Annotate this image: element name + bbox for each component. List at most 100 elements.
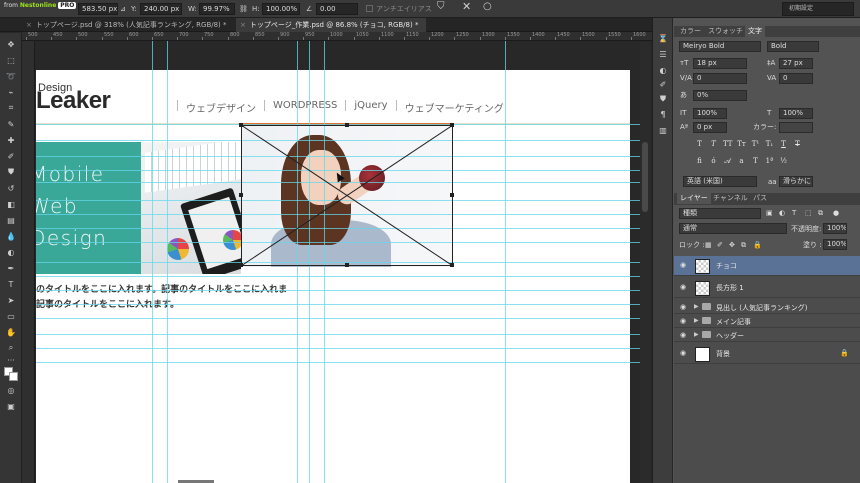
language-select[interactable]: 英語 (米国) xyxy=(683,176,757,187)
underline-icon[interactable]: T xyxy=(779,140,788,149)
visibility-eye-icon[interactable]: ◉ xyxy=(680,317,686,325)
crop-tool-icon[interactable]: ⌗ xyxy=(5,103,17,113)
visibility-eye-icon[interactable]: ◉ xyxy=(680,331,686,339)
eyedropper-tool-icon[interactable]: ✎ xyxy=(5,119,17,129)
visibility-eye-icon[interactable]: ◉ xyxy=(680,349,686,357)
titling-alternates-icon[interactable]: T xyxy=(751,157,760,166)
y-position-field[interactable]: 240.00 px xyxy=(140,3,182,15)
expand-triangle-icon[interactable]: ▶ xyxy=(694,317,699,324)
commit-transform-icon[interactable]: ○ xyxy=(483,1,492,13)
hand-tool-icon[interactable]: ✋ xyxy=(5,327,17,337)
horizontal-guide[interactable] xyxy=(36,290,640,291)
blend-mode-select[interactable]: 通常 xyxy=(679,223,787,234)
cancel-transform-icon[interactable]: ✕ xyxy=(462,1,471,13)
antialias-select[interactable]: 滑らかに xyxy=(779,176,813,187)
tab-character[interactable]: 文字 xyxy=(745,26,765,37)
layer-background[interactable]: ◉ 背景 🔒 xyxy=(674,344,860,364)
faux-bold-icon[interactable]: T xyxy=(695,140,704,149)
transform-handle[interactable] xyxy=(345,123,349,127)
horizontal-guide[interactable] xyxy=(36,362,640,363)
paragraph-panel-icon[interactable]: ¶ xyxy=(658,110,668,119)
font-family-select[interactable]: Meiryo Bold xyxy=(679,41,761,52)
lock-transparent-icon[interactable]: ▦ xyxy=(705,240,712,250)
font-size-field[interactable]: 18 px xyxy=(693,58,747,69)
expand-triangle-icon[interactable]: ▶ xyxy=(694,331,699,338)
visibility-eye-icon[interactable]: ◉ xyxy=(680,303,686,311)
stylistic-alternates-icon[interactable]: a xyxy=(737,157,746,166)
horizontal-guide[interactable] xyxy=(36,304,640,305)
layer-group-header[interactable]: ◉ ▶ ヘッダー xyxy=(674,328,860,342)
fractions-icon[interactable]: ½ xyxy=(779,157,788,166)
baseline-shift-field[interactable]: 0 px xyxy=(693,122,727,133)
scrollbar-thumb[interactable] xyxy=(642,142,648,212)
lock-all-icon[interactable]: 🔒 xyxy=(753,240,762,250)
ordinals-icon[interactable]: 1ª xyxy=(765,157,774,166)
properties-panel-icon[interactable]: ☰ xyxy=(658,50,668,59)
layer-filter-select[interactable]: 種類 xyxy=(679,208,761,219)
filter-type-icon[interactable]: T xyxy=(792,208,796,218)
tab-paths[interactable]: パス xyxy=(750,193,770,204)
history-brush-tool-icon[interactable]: ↺ xyxy=(5,183,17,193)
text-color-swatch[interactable] xyxy=(779,122,813,133)
vertical-scale-field[interactable]: 100% xyxy=(693,108,727,119)
marquee-tool-icon[interactable]: ⬚ xyxy=(5,55,17,65)
lock-image-icon[interactable]: ✐ xyxy=(717,240,723,250)
horizontal-guide[interactable] xyxy=(36,334,640,335)
tab-channels[interactable]: チャンネル xyxy=(710,193,751,204)
strikethrough-icon[interactable]: T xyxy=(793,140,802,149)
filter-toggle-icon[interactable]: ● xyxy=(833,208,839,218)
transform-handle[interactable] xyxy=(450,263,454,267)
transform-handle[interactable] xyxy=(345,263,349,267)
workspace-select[interactable]: 初期設定 xyxy=(782,2,854,16)
superscript-icon[interactable]: T¹ xyxy=(751,140,760,149)
tab-swatches[interactable]: スウォッチ xyxy=(705,26,746,37)
horizontal-guide[interactable] xyxy=(36,276,640,277)
ligatures-icon[interactable]: fi xyxy=(695,157,704,166)
quick-select-tool-icon[interactable]: ⌁ xyxy=(5,87,17,97)
transform-handle[interactable] xyxy=(239,123,243,127)
opacity-field[interactable]: 100% xyxy=(823,223,847,234)
x-position-field[interactable]: 583.50 px xyxy=(78,3,118,15)
shape-tool-icon[interactable]: ▭ xyxy=(5,311,17,321)
close-icon[interactable]: × xyxy=(26,21,32,29)
layer-group-main-article[interactable]: ◉ ▶ メイン記事 xyxy=(674,314,860,328)
move-tool-icon[interactable]: ✥ xyxy=(5,39,17,49)
leading-field[interactable]: 27 px xyxy=(779,58,813,69)
history-panel-icon[interactable]: ⌛ xyxy=(658,34,668,43)
layer-choco[interactable]: ◉ チョコ xyxy=(674,256,860,276)
font-style-select[interactable]: Bold xyxy=(767,41,819,52)
lock-artboard-icon[interactable]: ⧉ xyxy=(741,240,746,250)
pen-tool-icon[interactable]: ✒ xyxy=(5,263,17,273)
tsume-field[interactable]: 0% xyxy=(693,90,747,101)
extras-icon[interactable]: ··· xyxy=(5,355,17,365)
quick-mask-icon[interactable]: ◎ xyxy=(5,385,17,395)
swash-icon[interactable]: 𝒜 xyxy=(723,157,732,166)
tab-layers[interactable]: レイヤー xyxy=(677,193,711,204)
healing-tool-icon[interactable]: ✚ xyxy=(5,135,17,145)
lasso-tool-icon[interactable]: ➰ xyxy=(5,71,17,81)
visibility-eye-icon[interactable]: ◉ xyxy=(680,261,686,269)
lock-position-icon[interactable]: ✥ xyxy=(729,240,735,250)
screen-mode-icon[interactable]: ▣ xyxy=(5,401,17,411)
tab-color[interactable]: カラー xyxy=(677,26,704,37)
link-icon[interactable]: ⛓ xyxy=(239,3,248,15)
filter-shape-icon[interactable]: ⬚ xyxy=(805,208,812,218)
faux-italic-icon[interactable]: T xyxy=(709,140,718,149)
horizontal-guide[interactable] xyxy=(36,318,640,319)
tab-top-page[interactable]: × トップページ.psd @ 318% (人気記事ランキング, RGB/8) * xyxy=(22,18,234,32)
background-color-swatch[interactable] xyxy=(9,372,18,381)
kerning-field[interactable]: 0 xyxy=(693,73,747,84)
clone-source-panel-icon[interactable]: ⛊ xyxy=(658,94,668,103)
old-style-icon[interactable]: ó xyxy=(709,157,718,166)
blur-tool-icon[interactable]: 💧 xyxy=(5,231,17,241)
gradient-tool-icon[interactable]: ▤ xyxy=(5,215,17,225)
glyph-panel-icon[interactable]: ▥ xyxy=(658,126,668,135)
adjustments-panel-icon[interactable]: ◐ xyxy=(658,66,668,75)
transform-handle[interactable] xyxy=(239,193,243,197)
layer-rectangle-1[interactable]: ◉ 長方形 1 xyxy=(674,278,860,298)
horizontal-guide[interactable] xyxy=(36,348,640,349)
height-field[interactable]: 100.00% xyxy=(262,3,300,15)
transform-handle[interactable] xyxy=(450,193,454,197)
expand-triangle-icon[interactable]: ▶ xyxy=(694,303,699,310)
tracking-field[interactable]: 0 xyxy=(779,73,813,84)
